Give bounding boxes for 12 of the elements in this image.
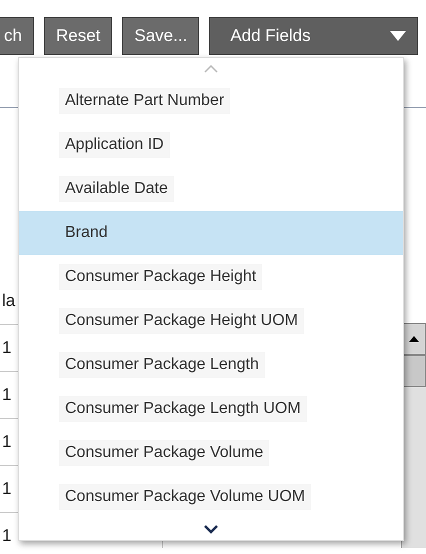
toolbar-button[interactable]: ch <box>0 17 34 55</box>
menu-item[interactable]: Available Date <box>19 167 403 211</box>
add-fields-button[interactable]: Add Fields <box>209 17 418 55</box>
scroll-down-icon[interactable] <box>204 524 218 534</box>
toolbar-button[interactable]: Save... <box>122 17 200 55</box>
scroll-thumb[interactable] <box>402 355 426 387</box>
toolbar-button[interactable]: Reset <box>44 17 112 55</box>
menu-item[interactable]: Application ID <box>19 123 403 168</box>
menu-item[interactable]: Alternate Part Number <box>19 79 403 124</box>
scroll-up-icon[interactable] <box>409 336 419 342</box>
caret-icon <box>389 30 407 42</box>
menu-item[interactable]: Brand <box>19 211 403 255</box>
